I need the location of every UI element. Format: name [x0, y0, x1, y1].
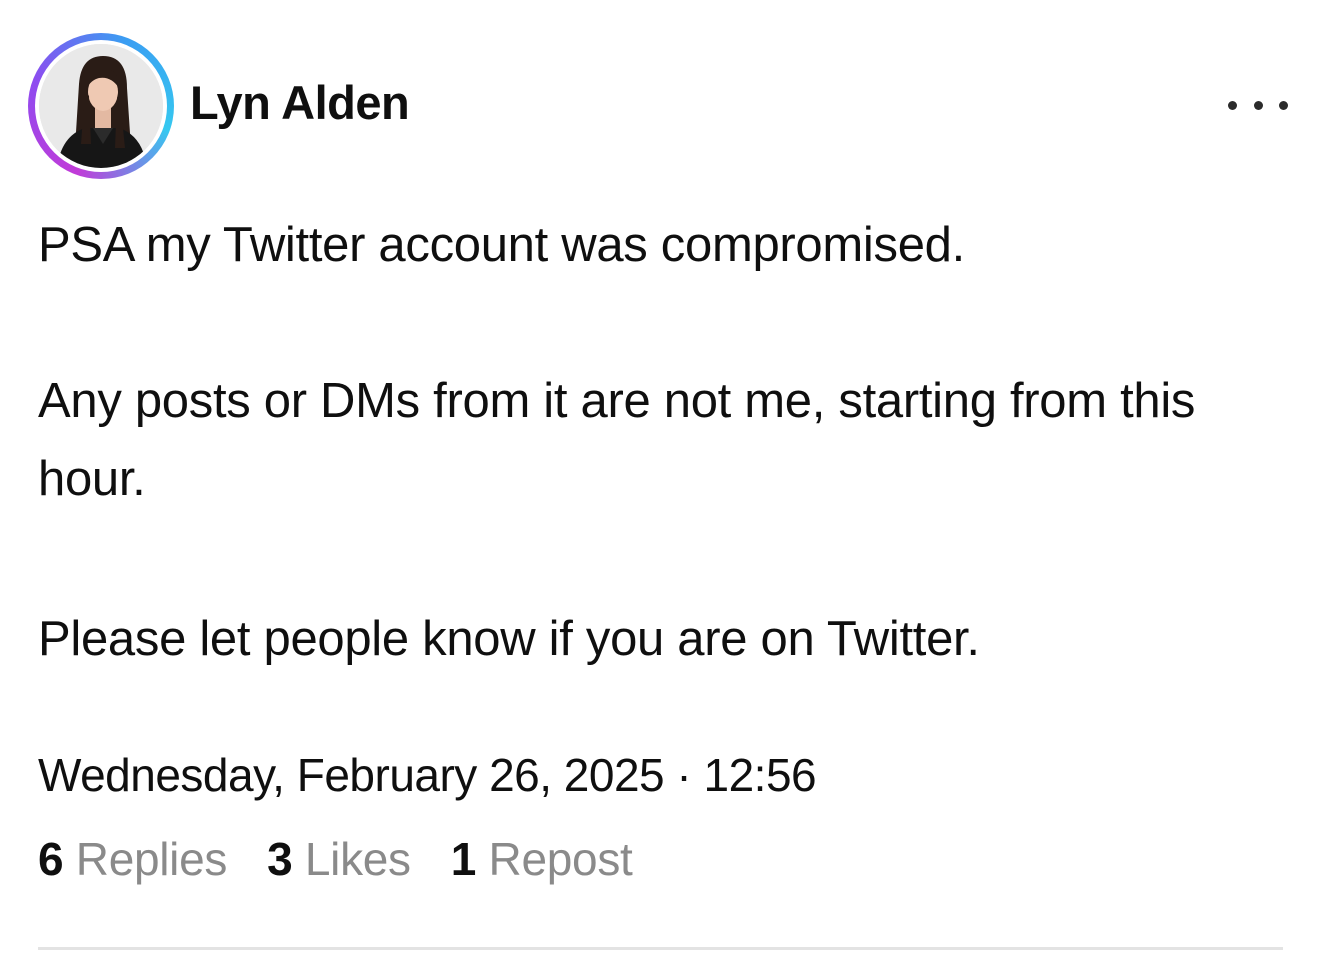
likes-label: Likes [304, 833, 411, 885]
replies-label: Replies [75, 833, 228, 885]
avatar[interactable] [28, 33, 174, 179]
post-detail: Lyn Alden PSA my Twitter account was com… [0, 0, 1320, 962]
post-header: Lyn Alden [28, 33, 1288, 179]
post-text-paragraph: Please let people know if you are on Twi… [38, 612, 980, 666]
reposts-label: Repost [488, 833, 633, 885]
avatar-image [39, 44, 163, 168]
author-name[interactable]: Lyn Alden [190, 79, 410, 126]
post-text-paragraph: Any posts or DMs from it are not me, sta… [38, 374, 1196, 506]
post-timestamp: Wednesday, February 26, 2025 · 12:56 [38, 749, 817, 801]
replies-count: 6 [38, 833, 64, 885]
reposts-count: 1 [450, 833, 477, 885]
post-stats: 6 Replies 3 Likes 1 Repost [38, 824, 673, 894]
likes-count: 3 [267, 833, 293, 885]
reposts-stat[interactable]: 1 Repost [451, 832, 633, 886]
post-text-paragraph: PSA my Twitter account was compromised. [38, 218, 965, 272]
more-horizontal-icon [1228, 100, 1237, 110]
likes-stat[interactable]: 3 Likes [267, 832, 411, 886]
more-options-button[interactable] [1228, 91, 1288, 119]
divider [38, 947, 1283, 950]
replies-stat[interactable]: 6 Replies [38, 832, 227, 886]
